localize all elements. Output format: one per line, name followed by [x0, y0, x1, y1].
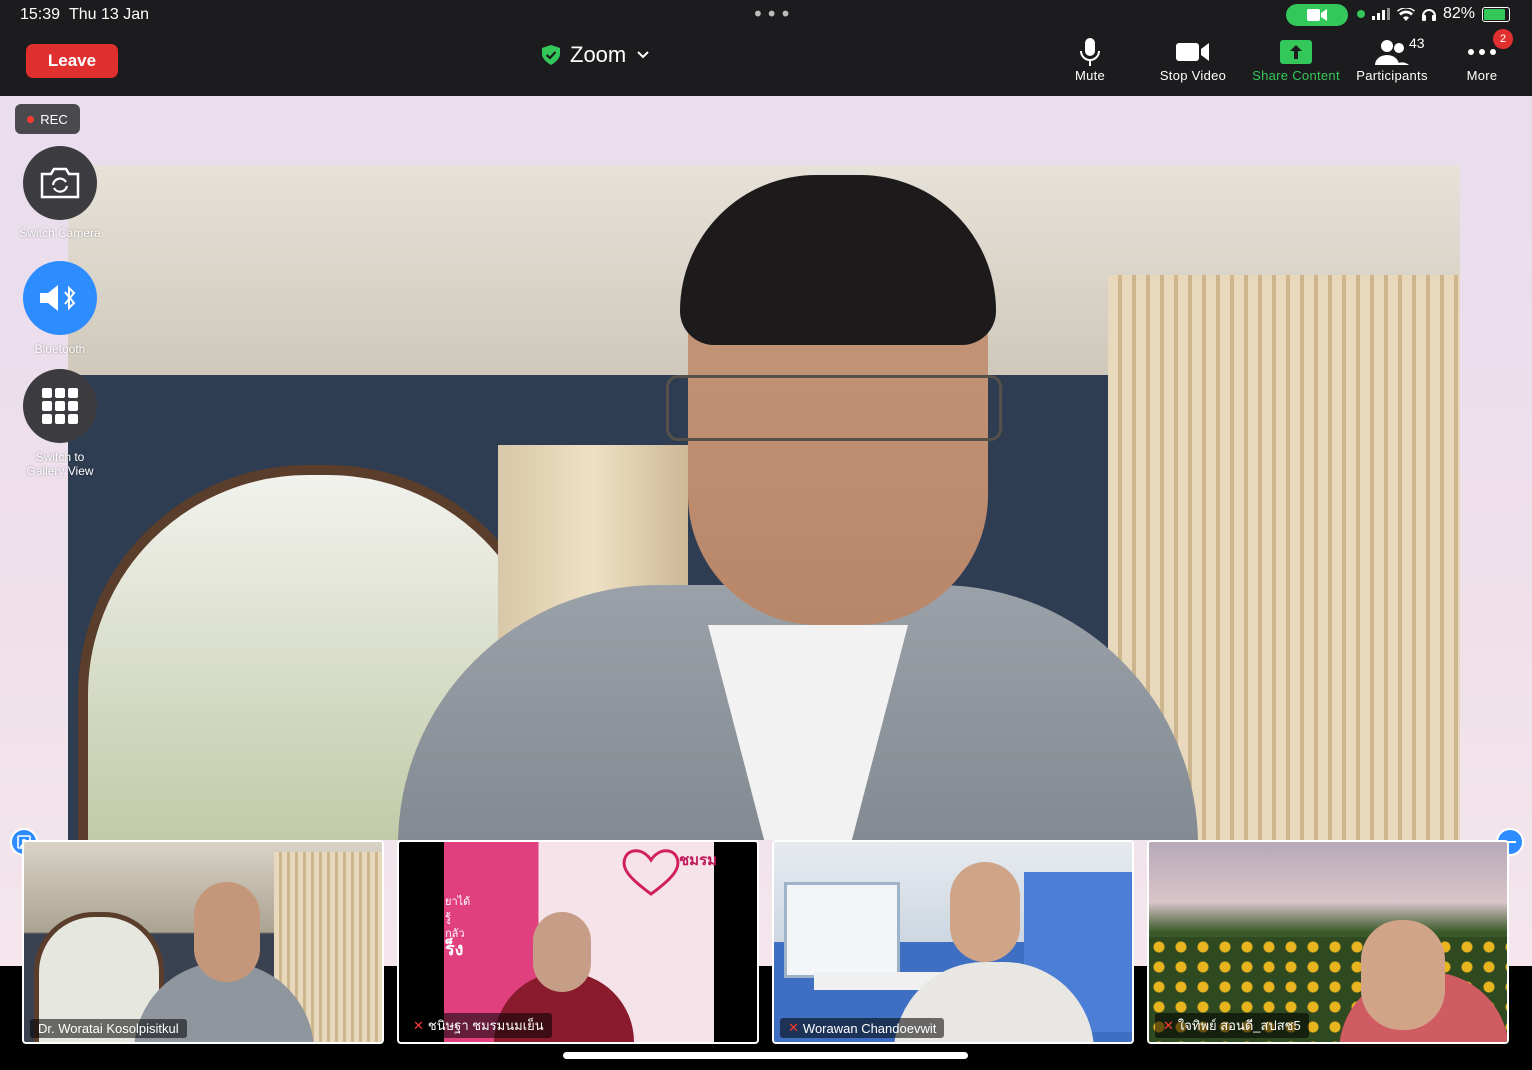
speaker-bluetooth-icon: [40, 285, 76, 311]
thumb-head: [950, 862, 1020, 962]
meeting-title: Zoom: [570, 42, 627, 67]
microphone-icon: [1080, 36, 1100, 68]
multitasking-dots-icon[interactable]: •••: [752, 2, 793, 26]
cellular-signal-icon: [1372, 8, 1390, 20]
camera-switch-icon: [40, 167, 80, 199]
participant-thumbnail[interactable]: ชมรม ยาได้ รู้ กลัว ร็ง ✕ ชนิษฐา ชมรมนมเ…: [397, 840, 759, 1044]
leave-button[interactable]: Leave: [26, 44, 118, 78]
share-arrow-icon: [1280, 36, 1312, 68]
participants-count: 43: [1409, 35, 1425, 51]
muted-mic-icon: ✕: [1163, 1017, 1174, 1033]
chevron-down-icon: [637, 51, 649, 59]
shield-check-icon: [542, 45, 560, 65]
gallery-label-line2: Gallery View: [26, 464, 94, 478]
thumb-head: [194, 882, 260, 982]
home-indicator[interactable]: [563, 1052, 968, 1059]
recording-label: REC: [40, 111, 68, 127]
slide-text-line: ร็ง: [445, 939, 464, 960]
participant-name-tag: ✕ ชนิษฐา ชมรมนมเย็น: [405, 1013, 552, 1038]
participant-thumbnail[interactable]: Dr. Woratai Kosolpisitkul: [22, 840, 384, 1044]
camera-in-use-icon: [1286, 4, 1348, 26]
participant-name: Dr. Woratai Kosolpisitkul: [38, 1021, 179, 1036]
video-camera-icon: [1176, 36, 1210, 68]
mute-label: Mute: [1074, 68, 1106, 83]
active-speaker-video[interactable]: [68, 165, 1460, 840]
share-content-label: Share Content: [1252, 68, 1340, 83]
participant-name: ชนิษฐา ชมรมนมเย็น: [427, 1018, 544, 1033]
stop-video-button[interactable]: Stop Video: [1153, 36, 1233, 83]
more-notification-badge: 2: [1493, 29, 1513, 49]
wifi-icon: [1397, 7, 1415, 21]
meeting-stage: [0, 96, 1532, 966]
battery-percent: 82%: [1443, 5, 1476, 22]
participant-name: ใจทิพย์ สอนดี_สปสช5: [1177, 1018, 1301, 1033]
participant-name-tag: Dr. Woratai Kosolpisitkul: [30, 1019, 187, 1038]
participants-icon: [1375, 36, 1409, 68]
recording-indicator[interactable]: REC: [15, 104, 80, 134]
switch-to-gallery-label: Switch to Gallery View: [0, 450, 120, 478]
grid-icon: [42, 388, 78, 424]
top-bar: 15:39 Thu 13 Jan ••• 82% Leave Zoom Mute…: [0, 0, 1532, 96]
switch-to-gallery-button[interactable]: [23, 369, 97, 443]
participant-name-tag: ✕ ใจทิพย์ สอนดี_สปสช5: [1155, 1013, 1309, 1038]
status-date: Thu 13 Jan: [68, 6, 149, 23]
slide-title-text: ชมรม: [679, 851, 718, 869]
record-dot-icon: [27, 115, 35, 123]
slide-text-line: ยาได้: [445, 895, 471, 908]
gallery-label-line1: Switch to: [35, 450, 85, 464]
meeting-title-dropdown[interactable]: Zoom: [542, 42, 650, 68]
mute-button[interactable]: Mute: [1072, 36, 1108, 83]
thumb-head: [1361, 920, 1445, 1030]
switch-camera-label: Switch Camera: [19, 226, 101, 240]
battery-icon: [1482, 6, 1511, 22]
slide-side-text: ยาได้ รู้ กลัว ร็ง: [445, 894, 470, 960]
stop-video-label: Stop Video: [1159, 68, 1227, 83]
participant-thumbnail[interactable]: ✕ Worawan Chandoevwit: [772, 840, 1134, 1044]
status-indicators: 82%: [1357, 5, 1511, 23]
headphones-icon: [1422, 9, 1436, 21]
more-label: More: [1466, 68, 1498, 83]
status-time: 15:39: [20, 6, 61, 23]
bluetooth-label: Bluetooth: [34, 342, 86, 356]
muted-mic-icon: ✕: [413, 1017, 424, 1033]
participants-label: Participants: [1356, 68, 1428, 83]
participant-name-tag: ✕ Worawan Chandoevwit: [780, 1018, 945, 1038]
privacy-dot-icon: [1357, 10, 1365, 18]
speaker-glasses: [666, 375, 1002, 441]
thumb-window: [784, 882, 900, 978]
switch-camera-button[interactable]: [23, 146, 97, 220]
participant-thumbnail[interactable]: ✕ ใจทิพย์ สอนดี_สปสช5: [1147, 840, 1509, 1044]
bluetooth-audio-button[interactable]: [23, 261, 97, 335]
status-time-date: 15:39 Thu 13 Jan: [20, 6, 149, 24]
slide-text-line: รู้: [445, 911, 451, 924]
participant-name: Worawan Chandoevwit: [802, 1020, 937, 1036]
muted-mic-icon: ✕: [788, 1020, 799, 1035]
share-content-button[interactable]: Share Content: [1247, 36, 1345, 83]
heart-logo-icon: [622, 849, 680, 896]
thumb-head: [533, 912, 591, 992]
